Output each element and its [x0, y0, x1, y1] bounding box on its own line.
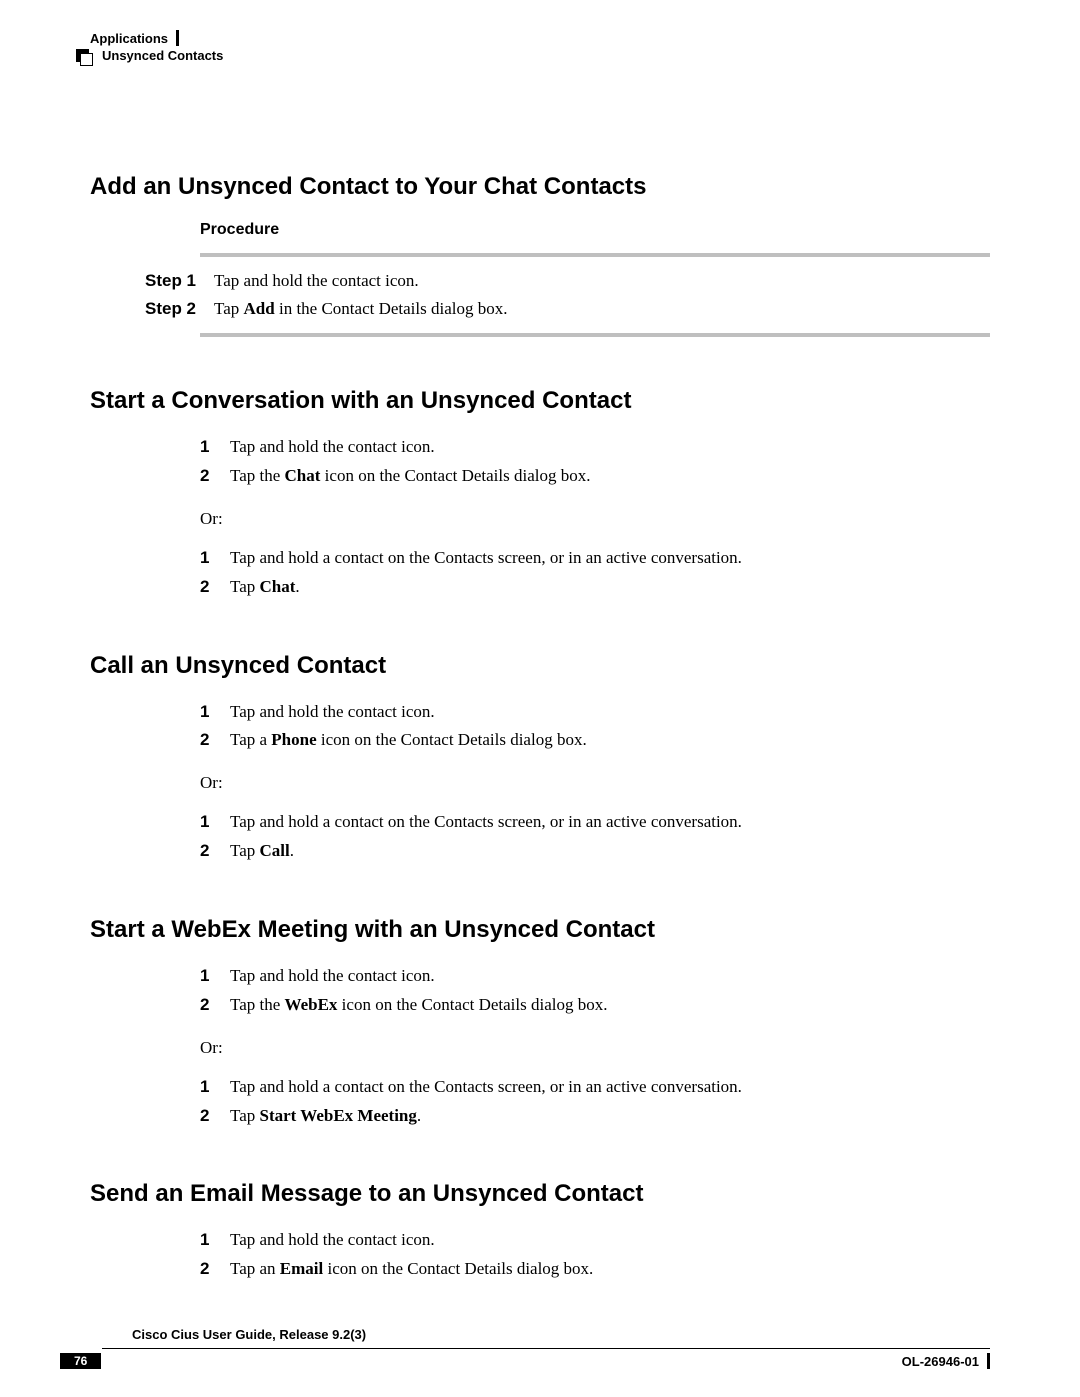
- list-item: 1Tap and hold the contact icon.: [200, 962, 950, 991]
- procedure-label: Procedure: [200, 221, 990, 239]
- section-heading: Start a WebEx Meeting with an Unsynced C…: [90, 916, 990, 944]
- step-label: Step 2: [145, 295, 196, 323]
- list-item: 2Tap Start WebEx Meeting.: [200, 1102, 950, 1131]
- list-item: 1Tap and hold the contact icon.: [200, 433, 950, 462]
- or-label: Or:: [200, 769, 950, 798]
- step-text: Tap Add in the Contact Details dialog bo…: [214, 295, 507, 323]
- list-item: 1Tap and hold a contact on the Contacts …: [200, 544, 950, 573]
- header-marker-icon: [76, 49, 94, 63]
- list-text: Tap and hold the contact icon.: [230, 962, 435, 991]
- procedure-step: Step 1 Tap and hold the contact icon.: [145, 267, 990, 295]
- list-item: 1Tap and hold a contact on the Contacts …: [200, 808, 950, 837]
- list-item: 1Tap and hold the contact icon.: [200, 1226, 950, 1255]
- list-text: Tap and hold the contact icon.: [230, 433, 435, 462]
- list-text: Tap a Phone icon on the Contact Details …: [230, 726, 587, 755]
- list-item: 1Tap and hold a contact on the Contacts …: [200, 1073, 950, 1102]
- list-item: 2Tap the WebEx icon on the Contact Detai…: [200, 991, 950, 1020]
- footer-divider-icon: [987, 1353, 990, 1369]
- header-section: Unsynced Contacts: [102, 48, 223, 63]
- list-text: Tap and hold a contact on the Contacts s…: [230, 544, 742, 573]
- page-footer: Cisco Cius User Guide, Release 9.2(3) 76…: [60, 1327, 990, 1369]
- footer-doc-title: Cisco Cius User Guide, Release 9.2(3): [132, 1327, 990, 1342]
- list-text: Tap and hold a contact on the Contacts s…: [230, 1073, 742, 1102]
- section-heading: Send an Email Message to an Unsynced Con…: [90, 1180, 990, 1208]
- section-heading: Call an Unsynced Contact: [90, 652, 990, 680]
- list: 1Tap and hold the contact icon. 2Tap a P…: [200, 698, 950, 866]
- procedure-step: Step 2 Tap Add in the Contact Details di…: [145, 295, 990, 323]
- list-item: 2Tap an Email icon on the Contact Detail…: [200, 1255, 950, 1284]
- list: 1Tap and hold the contact icon. 2Tap the…: [200, 962, 950, 1130]
- divider: [200, 253, 990, 257]
- list-item: 2Tap Call.: [200, 837, 950, 866]
- list-item: 1Tap and hold the contact icon.: [200, 698, 950, 727]
- or-label: Or:: [200, 1034, 950, 1063]
- header-category: Applications: [90, 31, 168, 46]
- list-item: 2Tap a Phone icon on the Contact Details…: [200, 726, 950, 755]
- header-divider-icon: [176, 30, 179, 46]
- footer-doc-id: OL-26946-01: [902, 1354, 979, 1369]
- section-heading: Start a Conversation with an Unsynced Co…: [90, 387, 990, 415]
- list-text: Tap the Chat icon on the Contact Details…: [230, 462, 590, 491]
- list-text: Tap and hold a contact on the Contacts s…: [230, 808, 742, 837]
- or-label: Or:: [200, 505, 950, 534]
- section-heading: Add an Unsynced Contact to Your Chat Con…: [90, 173, 990, 201]
- page-header: Applications: [90, 30, 990, 46]
- list-text: Tap an Email icon on the Contact Details…: [230, 1255, 593, 1284]
- list: 1Tap and hold the contact icon. 2Tap the…: [200, 433, 950, 601]
- list-text: Tap and hold the contact icon.: [230, 698, 435, 727]
- list-item: 2Tap the Chat icon on the Contact Detail…: [200, 462, 950, 491]
- page-number: 76: [60, 1353, 101, 1369]
- list-text: Tap Chat.: [230, 573, 300, 602]
- step-label: Step 1: [145, 267, 196, 295]
- list-text: Tap Call.: [230, 837, 294, 866]
- footer-divider: [102, 1348, 990, 1349]
- list-text: Tap and hold the contact icon.: [230, 1226, 435, 1255]
- step-text: Tap and hold the contact icon.: [214, 267, 419, 295]
- divider: [200, 333, 990, 337]
- list-item: 2Tap Chat.: [200, 573, 950, 602]
- list-text: Tap the WebEx icon on the Contact Detail…: [230, 991, 607, 1020]
- list-text: Tap Start WebEx Meeting.: [230, 1102, 421, 1131]
- list: 1Tap and hold the contact icon. 2Tap an …: [200, 1226, 950, 1284]
- procedure-steps: Step 1 Tap and hold the contact icon. St…: [145, 267, 990, 323]
